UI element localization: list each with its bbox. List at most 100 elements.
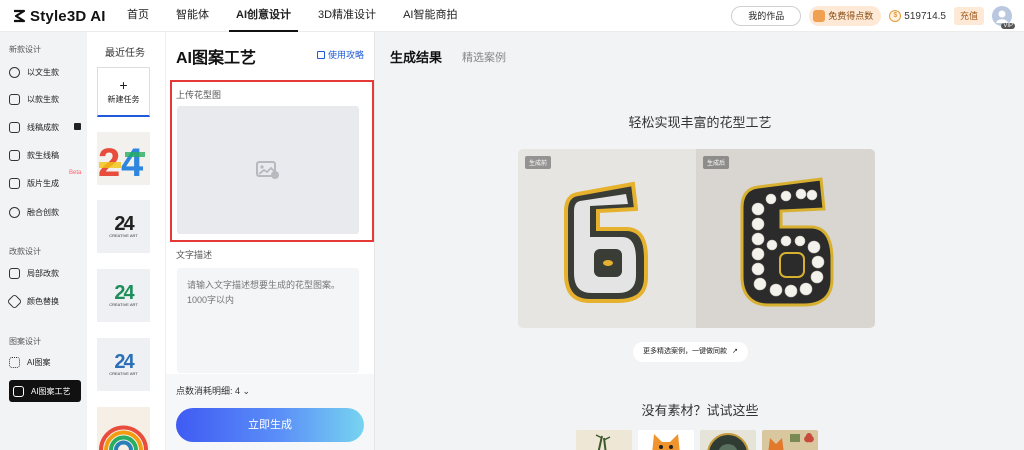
sidebar-item-pattern-generation[interactable]: 版片生成 Beta — [9, 170, 82, 193]
usage-guide-link[interactable]: 使用攻略 — [316, 48, 364, 61]
sidebar-item-label: 线稿成款 — [27, 122, 59, 132]
header-actions: 我的作品 免费得点数 $ 519714.5 充值 VIP — [731, 4, 1015, 29]
arrow-up-right-icon: ↗ — [732, 348, 738, 355]
left-sidebar: 新款设计 以文生款 以款生款 线稿成款 款生线稿 版片生成 Beta 融合创款 改… — [0, 32, 87, 450]
form-footer: 点数消耗明细: 4 ⌄ 立即生成 — [166, 374, 374, 450]
nav-3d-design[interactable]: 3D精准设计 — [311, 0, 383, 32]
thumbnail-number: 24 — [114, 213, 134, 235]
beta-badge: Beta — [69, 170, 82, 176]
beaded-number-six-image — [740, 177, 834, 307]
badge-sample-icon — [707, 433, 749, 450]
sample-bamboo-image[interactable] — [576, 430, 632, 450]
logo-icon — [14, 9, 26, 23]
section-title-pattern-design: 图案设计 — [9, 337, 41, 346]
no-material-title: 没有素材？试试这些 — [641, 403, 759, 418]
nav-ai-creative-design[interactable]: AI创意设计 — [229, 0, 298, 32]
colorful-24-image: 2 4 — [98, 141, 148, 185]
sample-images — [576, 430, 818, 450]
after-badge: 生成后 — [703, 156, 730, 169]
sidebar-item-label: 以款生款 — [27, 94, 59, 104]
new-tag-icon — [74, 123, 81, 130]
before-image: 生成前 — [518, 149, 696, 328]
svg-text:4: 4 — [121, 141, 144, 185]
tab-generation-result[interactable]: 生成结果 — [390, 47, 442, 66]
recharge-button[interactable]: 充值 — [953, 7, 984, 25]
more-cases-button[interactable]: 更多精选案例，一键做同款 ↗ — [633, 342, 748, 362]
description-input[interactable] — [177, 268, 359, 373]
sidebar-item-text-to-style[interactable]: 以文生款 — [9, 62, 81, 82]
free-points-label: 免费得点数 — [828, 11, 874, 21]
gift-icon — [813, 10, 826, 22]
points-balance: $ 519714.5 — [889, 10, 946, 22]
usage-guide-label: 使用攻略 — [327, 50, 364, 60]
nav-agent[interactable]: 智能体 — [169, 0, 216, 32]
user-avatar[interactable]: VIP — [992, 6, 1015, 29]
new-task-button[interactable]: + 新建任务 — [97, 67, 150, 117]
sample-badge-image[interactable] — [700, 430, 756, 450]
cost-details-label: 点数消耗明细: 4 — [176, 386, 241, 396]
color-drop-icon — [6, 293, 23, 309]
task-thumbnail[interactable]: 2 4 — [97, 132, 150, 185]
section-title-modify-design: 改款设计 — [9, 247, 41, 256]
sidebar-item-label: AI图案工艺 — [31, 386, 71, 396]
sidebar-item-label: 局部改款 — [27, 268, 59, 278]
recent-tasks-title: 最近任务 — [105, 48, 145, 59]
book-icon — [316, 50, 325, 59]
description-label: 文字描述 — [176, 250, 213, 260]
upload-label: 上传花型图 — [176, 90, 222, 100]
top-navigation-bar: Style3D AI 首页 智能体 AI创意设计 3D精准设计 AI智能商拍 我… — [0, 0, 1024, 32]
sidebar-item-label: 融合创款 — [27, 207, 59, 217]
cat-sample-icon — [652, 434, 680, 450]
sidebar-item-ai-pattern[interactable]: AI图案 — [9, 352, 81, 372]
fusion-icon — [9, 206, 20, 218]
sidebar-item-ai-pattern-craft[interactable]: AI图案工艺 — [9, 380, 81, 402]
felt-number-six-image — [564, 181, 648, 303]
sidebar-item-label: 版片生成 — [27, 178, 59, 188]
sidebar-item-label: 以文生款 — [27, 67, 59, 77]
thumbnail-number: 24 — [114, 351, 134, 373]
pattern-craft-icon — [13, 385, 24, 397]
nav-ai-photo[interactable]: AI智能商拍 — [396, 0, 464, 32]
task-thumbnail[interactable]: 24 CREATIVE ART — [97, 338, 150, 391]
sample-fox-image[interactable] — [762, 430, 818, 450]
sample-cat-image[interactable] — [638, 430, 694, 450]
garment-icon — [9, 149, 20, 161]
task-thumbnail[interactable] — [97, 407, 150, 450]
thumbnail-caption: CREATIVE ART — [109, 371, 138, 376]
main-nav: 首页 智能体 AI创意设计 3D精准设计 AI智能商拍 — [120, 0, 477, 32]
cost-details-dropdown[interactable]: 点数消耗明细: 4 ⌄ — [176, 384, 250, 397]
my-works-button[interactable]: 我的作品 — [731, 6, 802, 26]
image-upload-icon — [256, 161, 279, 179]
sidebar-item-local-modify[interactable]: 局部改款 — [9, 263, 81, 283]
style3d-logo[interactable]: Style3D AI — [12, 7, 106, 25]
local-edit-icon — [9, 267, 20, 279]
coin-icon: $ — [889, 10, 902, 22]
free-points-button[interactable]: 免费得点数 — [809, 6, 882, 26]
plus-icon: + — [119, 77, 128, 93]
sidebar-item-style-to-sketch[interactable]: 款生线稿 — [9, 145, 81, 165]
thumbnail-number: 24 — [114, 282, 134, 304]
text-style-icon — [9, 66, 20, 78]
sidebar-item-sketch-to-style[interactable]: 线稿成款 — [9, 117, 81, 137]
task-thumbnail[interactable]: 24 CREATIVE ART — [97, 200, 150, 253]
sidebar-item-style-to-style[interactable]: 以款生款 — [9, 89, 81, 109]
pattern-craft-form: AI图案工艺 使用攻略 上传花型图 文字描述 点数消耗明细: 4 ⌄ 立即生成 — [166, 32, 374, 450]
task-thumbnail[interactable]: 24 CREATIVE ART — [97, 269, 150, 322]
nav-home[interactable]: 首页 — [120, 0, 156, 32]
sidebar-item-label: 颜色替换 — [27, 296, 59, 306]
page-title: AI图案工艺 — [176, 50, 257, 67]
result-area: 生成结果 精选案例 轻松实现丰富的花型工艺 生成前 生成后 更多精选案例，一键做… — [374, 32, 1024, 450]
sidebar-item-fusion-design[interactable]: 融合创款 — [9, 202, 81, 222]
image-upload-area[interactable] — [177, 106, 359, 234]
thumbnail-caption: CREATIVE ART — [109, 302, 138, 307]
after-image: 生成后 — [696, 149, 875, 328]
points-value: 519714.5 — [904, 10, 946, 22]
pattern-piece-icon — [9, 177, 20, 189]
before-after-comparison: 生成前 生成后 — [518, 149, 875, 328]
generate-button[interactable]: 立即生成 — [176, 408, 364, 442]
sidebar-item-label: AI图案 — [27, 357, 51, 367]
sidebar-item-color-replace[interactable]: 颜色替换 — [6, 291, 81, 311]
tab-featured-cases[interactable]: 精选案例 — [462, 49, 506, 65]
sketch-icon — [9, 121, 20, 133]
showcase-title: 轻松实现丰富的花型工艺 — [628, 115, 772, 130]
